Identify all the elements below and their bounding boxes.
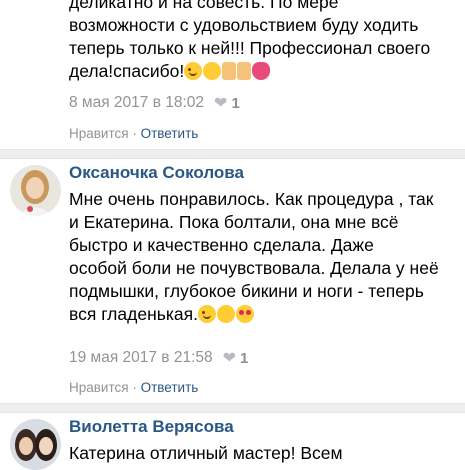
comment-1-meta: 8 мая 2017 в 18:02 ❤ 1 [69,93,240,113]
comment-author[interactable]: Оксаночка Соколова [69,163,244,183]
action-separator: · [128,380,141,395]
comment-text-line: теперь только к ней!!! Профессионал свое… [69,38,431,58]
reply-link[interactable]: Ответить [141,126,199,141]
comment-text-line: и Екатерина. Пока болтали, она мне всё [69,212,399,232]
comment-date: 19 мая 2017 в 21:58 [69,349,213,366]
comment-text-line: вся гладенькая. [69,303,457,326]
thumbs-up-emoji-icon [237,62,252,80]
comment-author[interactable]: Виолетта Верясова [69,417,234,437]
like-link[interactable]: Нравится [69,126,129,141]
comment-text-line: быстро и качественно сделала. Даже [69,235,374,255]
comment-text-line: возможности с удовольствием буду ходить [69,15,419,35]
avatar[interactable] [10,419,61,470]
wink-emoji-icon [184,62,203,80]
thumbs-up-emoji-icon [222,62,237,80]
avatar[interactable] [10,165,61,216]
comment-separator [0,149,465,159]
heart-icon[interactable]: ❤ [223,348,236,368]
comment-text-line: подмышки, глубокое бикини и ноги - тепер… [69,281,424,301]
grin-emoji-icon [203,62,222,80]
comment-2-text: Мне очень понравилось. Как процедура , т… [69,188,457,326]
reply-link[interactable]: Ответить [141,380,199,395]
comment-3-text: Катерина отличный мастер! Всем [69,442,457,465]
comment-text-line: деликатно и на совесть. По мере [69,0,339,12]
comment-text-line: особой боли не почувствовала. Делала у н… [69,258,439,278]
comment-text-line: Катерина отличный мастер! Всем [69,443,343,463]
comment-1-actions: Нравится · Ответить [69,126,198,141]
heart-eyes-emoji-icon [235,305,254,323]
comment-2-meta: 19 мая 2017 в 21:58 ❤ 1 [69,348,248,368]
rose-emoji-icon [252,62,271,80]
comment-2-actions: Нравится · Ответить [69,380,198,395]
comment-text-line: Мне очень понравилось. Как процедура , т… [69,189,434,209]
heart-icon[interactable]: ❤ [214,93,227,113]
comment-text-line: дела!спасибо! [69,60,457,83]
comment-1-text: деликатно и на совесть. По мере возможно… [69,0,457,83]
wink-emoji-icon [197,305,216,323]
comment-separator [0,403,465,413]
like-link[interactable]: Нравится [69,380,129,395]
comment-date: 8 мая 2017 в 18:02 [69,94,205,111]
action-separator: · [128,126,141,141]
grin-emoji-icon [216,305,235,323]
like-count: 1 [240,349,249,367]
like-count: 1 [231,94,240,112]
